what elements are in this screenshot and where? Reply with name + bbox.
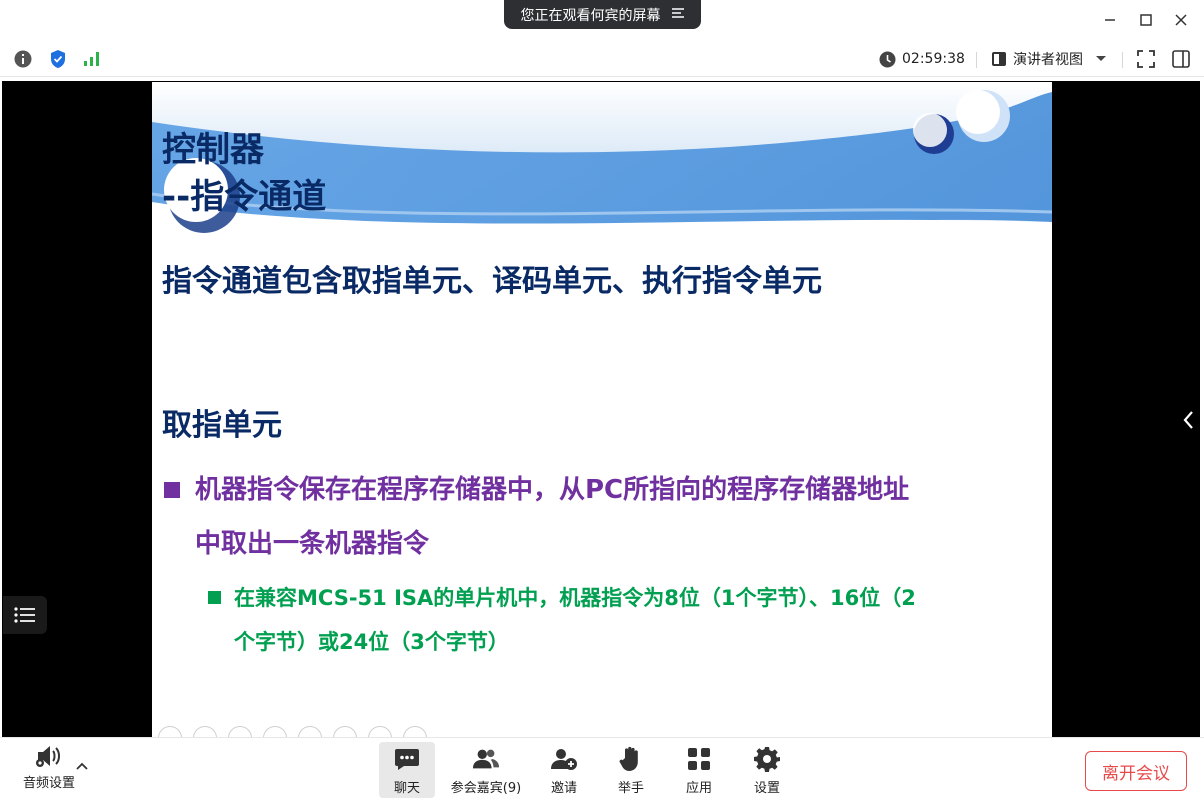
maximize-icon[interactable] [1133, 8, 1159, 32]
chevron-left-icon[interactable] [1176, 405, 1200, 435]
security-shield-icon[interactable] [48, 49, 68, 69]
bullet1-line1: 机器指令保存在程序存储器中，从PC所指向的程序存储器地址 [195, 475, 910, 505]
settings-label: 设置 [753, 780, 780, 796]
invite-button[interactable]: 邀请 [536, 742, 592, 798]
chevron-up-icon[interactable] [74, 758, 90, 774]
speaker-icon [36, 746, 60, 767]
tool-icon[interactable] [298, 726, 322, 737]
tool-icon[interactable] [228, 726, 252, 737]
chat-button[interactable]: 聊天 [379, 742, 435, 798]
sidebar-toggle-icon[interactable] [1171, 49, 1191, 69]
list-toggle-icon[interactable] [3, 596, 47, 634]
presentation-slide: 控制器 --指令通道 指令通道包含取指单元、译码单元、执行指令单元 取指单元 机… [152, 82, 1052, 737]
info-icon[interactable] [13, 49, 33, 69]
slide-heading: 指令通道包含取指单元、译码单元、执行指令单元 [162, 264, 822, 299]
participants-icon [472, 745, 500, 773]
apps-button[interactable]: 应用 [671, 742, 727, 798]
share-banner-text: 您正在观看何宾的屏幕 [520, 7, 661, 24]
slide-header-wave [152, 82, 1052, 242]
slide-title-line1: 控制器 [162, 130, 264, 170]
participants-label: 参会嘉宾(9) [450, 780, 522, 796]
fullscreen-icon[interactable] [1136, 49, 1156, 69]
invite-label: 邀请 [550, 780, 577, 796]
apps-grid-icon [685, 745, 713, 773]
bullet-square-icon [208, 591, 221, 604]
meeting-toolbar: 02:59:38 演讲者视图 [0, 40, 1204, 77]
audio-settings-label: 音频设置 [22, 776, 75, 791]
layout-icon [992, 52, 1006, 66]
bullet2-line1: 在兼容MCS-51 ISA的单片机中，机器指令为8位（1个字节）、16位（2 [234, 586, 916, 610]
apps-label: 应用 [685, 780, 712, 796]
hand-icon [617, 745, 645, 773]
bullet-level1: 机器指令保存在程序存储器中，从PC所指向的程序存储器地址 中取出一条机器指令 [164, 463, 909, 571]
title-bar: 您正在观看何宾的屏幕 [0, 0, 1204, 40]
close-icon[interactable] [1168, 8, 1194, 32]
settings-button[interactable]: 设置 [739, 742, 795, 798]
chevron-down-icon [1096, 56, 1106, 61]
bullet-level2: 在兼容MCS-51 ISA的单片机中，机器指令为8位（1个字节）、16位（2 个… [208, 576, 916, 664]
tool-icon[interactable] [263, 726, 287, 737]
view-mode-label: 演讲者视图 [1013, 52, 1083, 68]
divider [1122, 52, 1123, 68]
slide-section-title: 取指单元 [162, 408, 282, 443]
add-user-icon [550, 745, 578, 773]
slide-title-line2: --指令通道 [162, 177, 327, 217]
slide-annotation-tools [158, 726, 427, 737]
bullet2-line2: 个字节）或24位（3个字节） [234, 630, 509, 654]
clock-icon [879, 51, 896, 67]
tool-icon[interactable] [403, 726, 427, 737]
minimize-icon[interactable] [1097, 8, 1123, 32]
meeting-timer: 02:59:38 [879, 49, 965, 69]
leave-meeting-button[interactable]: 离开会议 [1085, 751, 1187, 791]
meeting-controls-bar: 音频设置 聊天 参会嘉宾(9) 邀请 举手 应用 设置 离开会议 [0, 737, 1204, 803]
tool-icon[interactable] [158, 726, 182, 737]
divider [976, 52, 977, 68]
participants-button[interactable]: 参会嘉宾(9) [448, 742, 524, 798]
raise-hand-button[interactable]: 举手 [603, 742, 659, 798]
view-mode-dropdown[interactable]: 演讲者视图 [991, 49, 1107, 69]
raise-hand-label: 举手 [617, 780, 644, 796]
tool-icon[interactable] [333, 726, 357, 737]
banner-menu-icon[interactable] [671, 7, 685, 23]
tool-icon[interactable] [193, 726, 217, 737]
bullet-square-icon [164, 482, 180, 498]
signal-strength-icon[interactable] [82, 49, 102, 69]
bullet1-line2: 中取出一条机器指令 [195, 529, 430, 559]
gear-icon [753, 745, 781, 773]
tool-icon[interactable] [368, 726, 392, 737]
chat-icon [393, 745, 421, 773]
share-banner[interactable]: 您正在观看何宾的屏幕 [504, 0, 701, 29]
chat-label: 聊天 [393, 780, 420, 796]
timer-text: 02:59:38 [902, 51, 965, 67]
